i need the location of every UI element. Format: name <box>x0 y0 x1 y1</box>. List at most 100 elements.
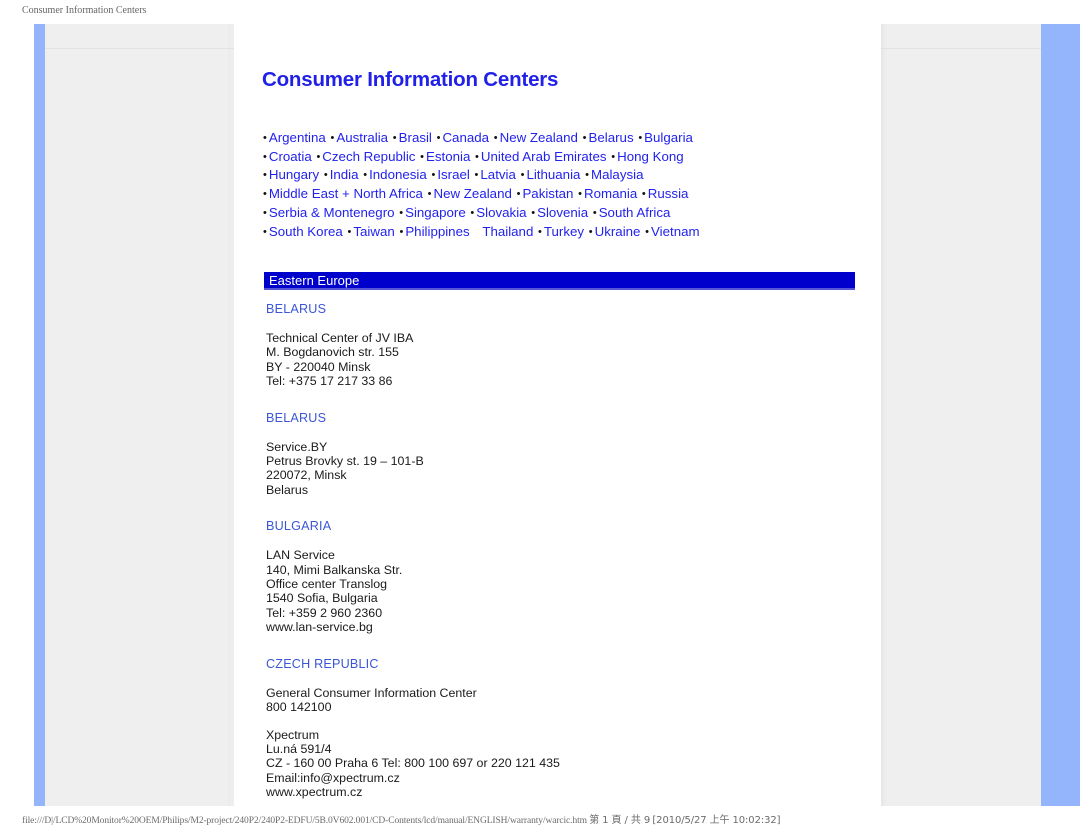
entry-address-block: Technical Center of JV IBA M. Bogdanovich… <box>266 331 856 389</box>
entry-address-block: LAN Service 140, Mimi Balkanska Str. Offic… <box>266 548 856 634</box>
left-panel-seam-shadow <box>228 24 234 806</box>
bullet-icon: • <box>427 188 432 201</box>
entry-address-line: Tel: +359 2 960 2360 <box>266 605 383 620</box>
entry-country-title: CZECH REPUBLIC <box>266 656 379 671</box>
entry-address-line: M. Bogdanovich str. 155 <box>266 345 399 360</box>
entry-address-line: Lu.ná 591/4 <box>266 741 332 756</box>
country-link-israel[interactable]: Israel <box>437 167 470 182</box>
bullet-icon: • <box>263 169 267 182</box>
country-link-australia[interactable]: Australia <box>336 130 388 145</box>
entry-address-block: Service.BY Petrus Brovky st. 19 – 101-B 22… <box>266 440 856 498</box>
right-blue-rail <box>1041 24 1080 806</box>
bullet-icon: • <box>420 150 424 163</box>
country-link-vietnam[interactable]: Vietnam <box>651 224 700 239</box>
country-link-ukraine[interactable]: Ukraine <box>595 224 641 239</box>
country-link-list: • Argentina • Australia • Brasil • Canada • N… <box>262 129 862 241</box>
entry-address-line: Tel: +375 17 217 33 86 <box>266 374 393 389</box>
entry-address-line: Service.BY <box>266 439 328 454</box>
entry-country-title: BELARUS <box>266 302 327 316</box>
footer-url: file:///D|/LCD%20Monitor%20OEM/Philips/M… <box>22 816 587 826</box>
service-center-entry: BELARUS Service.BY Petrus Brovky st. 19 – … <box>266 411 856 498</box>
bullet-icon: • <box>263 132 267 144</box>
entry-country-title: BELARUS <box>266 410 327 425</box>
entry-address-block: General Consumer Information Center 800 1… <box>266 686 856 800</box>
country-link-row: • South Korea • Taiwan • Philippines Thaila… <box>262 223 862 242</box>
bullet-icon: • <box>592 206 597 219</box>
country-link-hong-kong[interactable]: Hong Kong <box>617 149 684 164</box>
country-link-row: • Croatia • Czech Republic • Estonia • Unite… <box>262 148 862 167</box>
country-link-hungary[interactable]: Hungary <box>269 167 319 182</box>
country-link-united-arab-emirates[interactable]: United Arab Emirates <box>481 149 607 164</box>
country-link-brasil[interactable]: Brasil <box>399 130 432 145</box>
country-link-croatia[interactable]: Croatia <box>269 149 312 164</box>
country-link-bulgaria[interactable]: Bulgaria <box>644 130 693 145</box>
country-link-estonia[interactable]: Estonia <box>426 149 470 164</box>
bullet-icon: • <box>323 169 328 182</box>
entry-address-line: 800 142100 <box>266 700 332 715</box>
country-link-czech-republic[interactable]: Czech Republic <box>322 149 415 164</box>
country-link-serbia-montenegro[interactable]: Serbia & Montenegro <box>269 205 395 220</box>
left-blue-rail <box>34 24 45 806</box>
country-link-indonesia[interactable]: Indonesia <box>369 167 427 182</box>
country-link-middle-east-north-africa[interactable]: Middle East + North Africa <box>269 186 423 201</box>
country-link-argentina[interactable]: Argentina <box>269 130 326 145</box>
entry-address-line: General Consumer Information Center <box>266 685 477 700</box>
country-link-row: • Hungary • India • Indonesia • Israel • Latv… <box>262 166 862 185</box>
country-link-south-africa[interactable]: South Africa <box>599 205 671 220</box>
print-footer: file:///D|/LCD%20Monitor%20OEM/Philips/M… <box>0 811 1080 831</box>
country-link-new-zealand[interactable]: New Zealand <box>434 186 512 201</box>
country-link-thailand[interactable]: Thailand <box>482 224 533 239</box>
country-link-pakistan[interactable]: Pakistan <box>522 186 573 201</box>
service-center-entry: BULGARIA LAN Service 140, Mimi Balkanska S… <box>266 519 856 634</box>
entry-address-line: www.lan-service.bg <box>266 620 373 635</box>
bullet-icon: • <box>582 132 587 144</box>
entry-address-line: Belarus <box>266 482 309 497</box>
country-link-turkey[interactable]: Turkey <box>544 224 584 239</box>
country-link-malaysia[interactable]: Malaysia <box>591 167 643 182</box>
entry-address-line: Petrus Brovky st. 19 – 101-B <box>266 454 424 469</box>
bullet-icon: • <box>585 169 589 182</box>
footer-timestamp: [2010/5/27 上午 10:02:32] <box>652 815 781 826</box>
entry-address-line: www.xpectrum.cz <box>266 785 363 800</box>
bullet-icon: • <box>641 188 646 201</box>
entry-address-line: Office center Translog <box>266 577 387 592</box>
country-link-philippines[interactable]: Philippines <box>405 224 469 239</box>
service-center-entries: BELARUS Technical Center of JV IBA M. Bogd… <box>266 302 856 822</box>
service-center-entry: BELARUS Technical Center of JV IBA M. Bogd… <box>266 302 856 389</box>
bullet-icon: • <box>493 132 498 144</box>
left-gray-panel <box>45 24 234 806</box>
footer-pagination: 第 1 頁 / 共 9 <box>589 815 651 826</box>
entry-address-line: Email:info@xpectrum.cz <box>266 770 400 785</box>
country-link-canada[interactable]: Canada <box>442 130 489 145</box>
country-link-latvia[interactable]: Latvia <box>480 167 515 182</box>
entry-address-line: 140, Mimi Balkanska Str. <box>266 562 403 577</box>
right-panel-divider <box>881 48 1041 49</box>
country-link-singapore[interactable]: Singapore <box>405 205 466 220</box>
bullet-icon: • <box>645 225 650 238</box>
bullet-icon: • <box>263 225 267 238</box>
service-center-entry: CZECH REPUBLIC General Consumer Informati… <box>266 657 856 800</box>
country-link-slovakia[interactable]: Slovakia <box>476 205 526 220</box>
country-link-taiwan[interactable]: Taiwan <box>353 224 394 239</box>
country-link-row: • Middle East + North Africa • New Zealand… <box>262 185 862 204</box>
country-link-south-korea[interactable]: South Korea <box>269 224 343 239</box>
right-gray-panel <box>881 24 1041 806</box>
country-link-lithuania[interactable]: Lithuania <box>526 167 580 182</box>
entry-address-line: 220072, Minsk <box>266 468 347 483</box>
country-link-russia[interactable]: Russia <box>648 186 689 201</box>
bullet-icon: • <box>475 150 479 163</box>
country-link-new-zealand[interactable]: New Zealand <box>500 130 578 145</box>
entry-address-line: Technical Center of JV IBA <box>266 331 414 345</box>
bullet-icon: • <box>263 150 267 163</box>
country-link-romania[interactable]: Romania <box>584 186 637 201</box>
entry-address-line: LAN Service <box>266 548 335 563</box>
right-panel-seam-shadow <box>881 24 887 806</box>
bullet-icon: • <box>578 188 582 201</box>
country-link-belarus[interactable]: Belarus <box>589 130 634 145</box>
left-panel-divider <box>45 48 234 49</box>
country-link-india[interactable]: India <box>330 167 359 182</box>
entry-address-line: Xpectrum <box>266 727 320 742</box>
entry-address-line: 1540 Sofia, Bulgaria <box>266 591 378 606</box>
entry-address-line: CZ - 160 00 Praha 6 Tel: 800 100 697 or … <box>266 756 560 771</box>
country-link-slovenia[interactable]: Slovenia <box>537 205 588 220</box>
